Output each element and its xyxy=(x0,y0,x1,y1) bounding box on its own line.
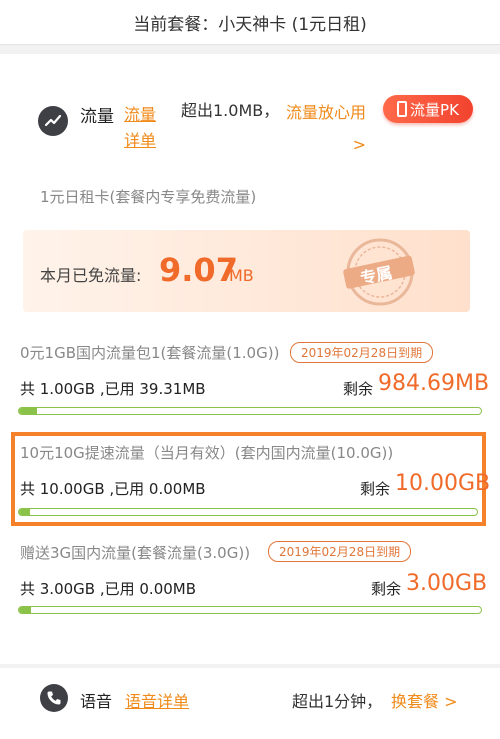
package-name: 赠送3G国内流量(套餐流量(3.0G)) xyxy=(20,544,251,562)
free-flow-label: 本月已免流量: xyxy=(40,266,142,285)
page-header: 当前套餐：小天神卡 (1元日租) xyxy=(0,0,500,45)
voice-detail-link[interactable]: 语音详单 xyxy=(125,688,189,712)
flow-title: 流量 xyxy=(80,107,114,127)
package-remain-label: 剩余 xyxy=(371,580,402,598)
package-usage: 共 1.00GB ,已用 39.31MB xyxy=(20,380,206,398)
data-trend-icon xyxy=(38,106,68,136)
package-usage: 共 10.00GB ,已用 0.00MB xyxy=(20,480,206,498)
voice-title: 语音 xyxy=(80,692,113,711)
voice-over-text: 超出1分钟， xyxy=(292,692,383,711)
package-remain-label: 剩余 xyxy=(360,480,391,498)
flow-detail-link-text: 流量详单 xyxy=(124,105,157,150)
package-name: 0元1GB国内流量包1(套餐流量(1.0G)) xyxy=(20,344,280,362)
flow-pk-button[interactable]: 流量PK xyxy=(383,95,473,123)
phone-icon xyxy=(40,684,68,712)
free-flow-unit: MB xyxy=(229,266,254,285)
change-plan-link[interactable]: 换套餐 > xyxy=(391,688,458,712)
package-progress-fill xyxy=(19,408,38,414)
package-remain-value: 984.69MB xyxy=(378,371,490,396)
plan-note: 1元日租卡(套餐内专享免费流量) xyxy=(40,188,257,206)
flow-detail-link[interactable]: 流量详单 xyxy=(124,102,164,154)
package-progress-bar xyxy=(18,508,478,516)
phone-icon xyxy=(397,101,408,117)
package-expiry-badge: 2019年02月28日到期 xyxy=(268,541,412,562)
package-progress-bar xyxy=(18,407,482,415)
package-name: 10元10G提速流量（当月有效）(套内国内流量(10.0G)) xyxy=(20,444,394,462)
package-expiry-badge: 2019年02月28日到期 xyxy=(290,342,434,363)
flow-over-text: 超出1.0MB， xyxy=(181,101,280,120)
package-remain-label: 剩余 xyxy=(343,380,374,398)
package-progress-fill xyxy=(19,607,31,613)
package-usage: 共 3.00GB ,已用 0.00MB xyxy=(20,580,197,598)
page-title: 当前套餐：小天神卡 (1元日租) xyxy=(133,14,367,35)
package-remain-value: 3.00GB xyxy=(406,571,488,596)
free-flow-value: 9.07 xyxy=(159,251,238,289)
package-progress-bar xyxy=(18,606,482,614)
flow-pk-label: 流量PK xyxy=(410,100,459,119)
flow-worry-free-link[interactable]: 流量放心用 > xyxy=(286,97,366,161)
package-progress-fill xyxy=(19,509,31,515)
package-remain-value: 10.00GB xyxy=(395,471,491,496)
